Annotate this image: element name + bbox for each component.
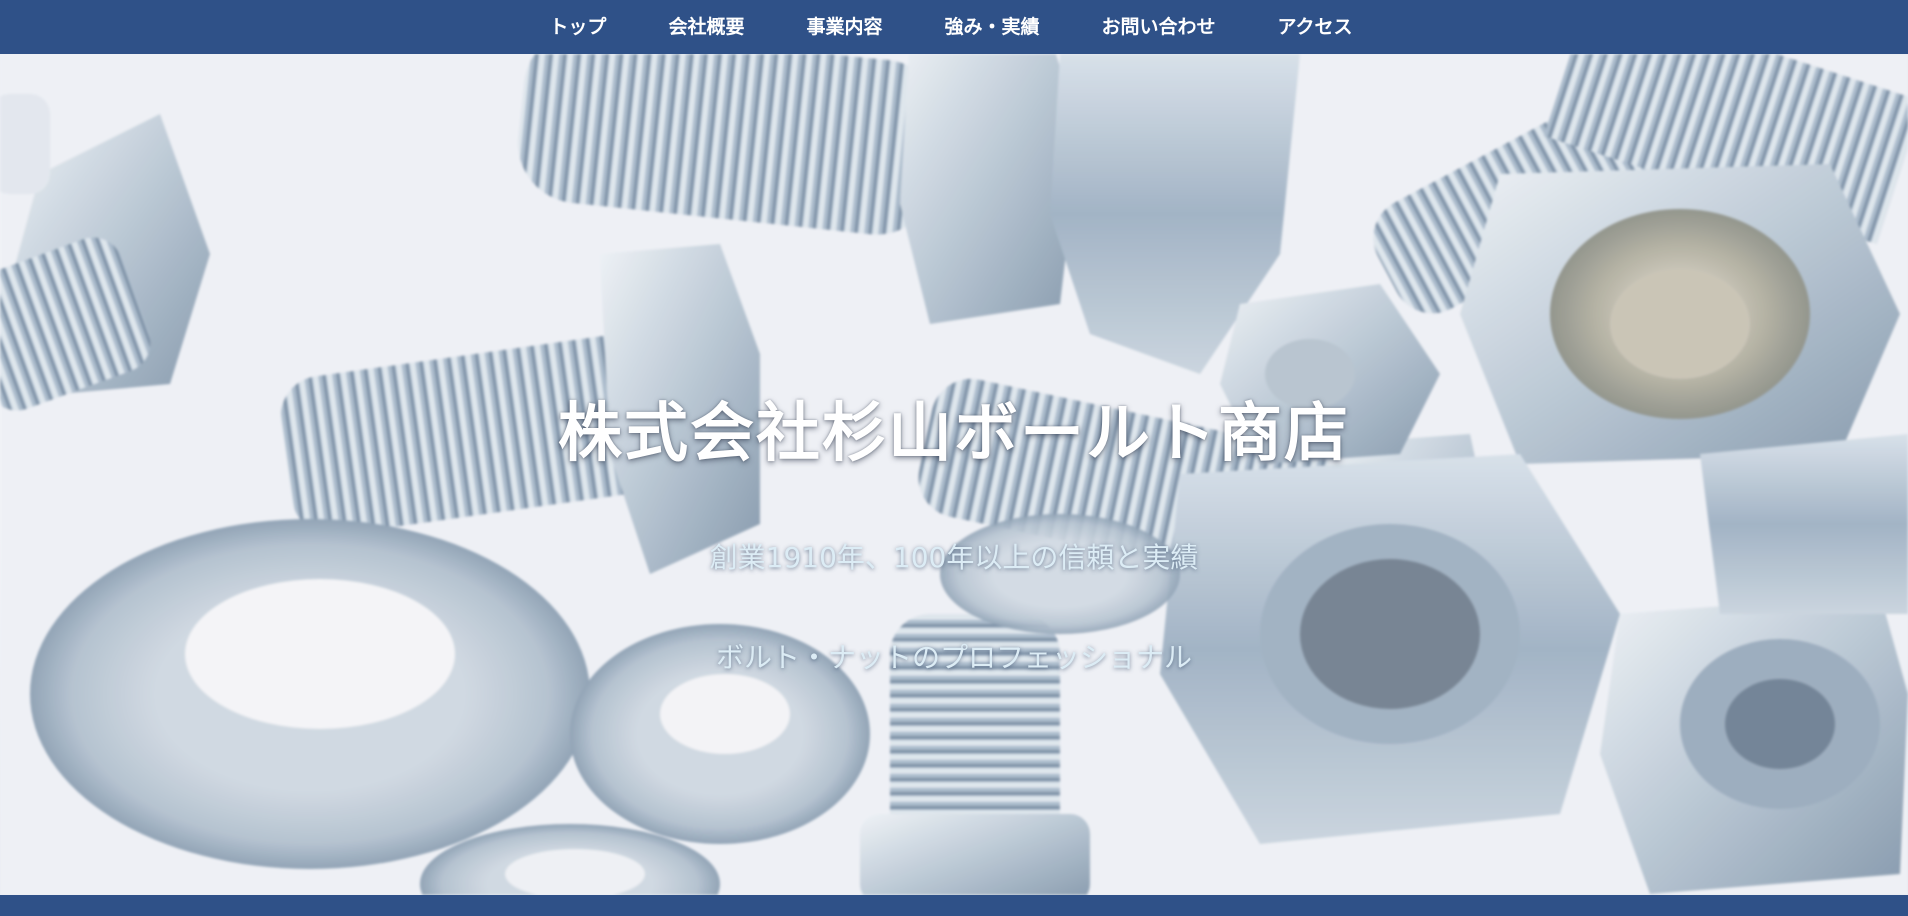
nav-list: トップ 会社概要 事業内容 強み・実績 お問い合わせ アクセス bbox=[518, 0, 1383, 54]
nav-item-contact[interactable]: お問い合わせ bbox=[1070, 0, 1246, 54]
hero-subtitle-professional: ボルト・ナットのプロフェッショナル bbox=[715, 641, 1192, 674]
top-nav: トップ 会社概要 事業内容 強み・実績 お問い合わせ アクセス bbox=[0, 0, 1908, 54]
hero-subtitle-founding: 創業1910年、100年以上の信頼と実績 bbox=[709, 541, 1199, 574]
nav-item-business[interactable]: 事業内容 bbox=[775, 0, 913, 54]
hero-title: 株式会社杉山ボールト商店 bbox=[558, 397, 1350, 471]
nav-item-company[interactable]: 会社概要 bbox=[637, 0, 775, 54]
nav-item-access[interactable]: アクセス bbox=[1247, 0, 1384, 54]
nav-item-strengths[interactable]: 強み・実績 bbox=[913, 0, 1070, 54]
nav-item-top[interactable]: トップ bbox=[518, 0, 637, 54]
page: トップ 会社概要 事業内容 強み・実績 お問い合わせ アクセス 株式会社杉山ボー… bbox=[0, 0, 1908, 916]
hero-section: 株式会社杉山ボールト商店 創業1910年、100年以上の信頼と実績 ボルト・ナッ… bbox=[0, 54, 1908, 895]
bottom-bar bbox=[0, 895, 1908, 916]
hero-overlay bbox=[0, 54, 1908, 895]
